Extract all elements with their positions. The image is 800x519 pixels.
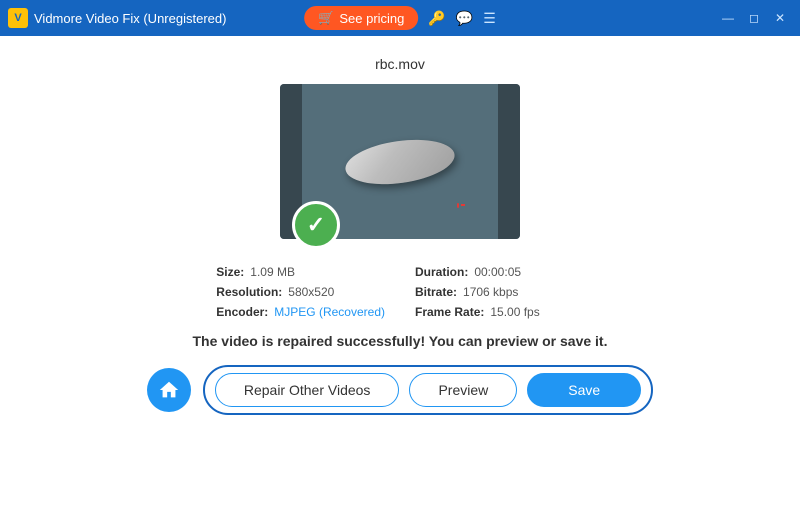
bitrate-label: Bitrate: [415, 285, 457, 299]
title-left: V Vidmore Video Fix (Unregistered) [8, 8, 226, 28]
resolution-label: Resolution: [216, 285, 282, 299]
see-pricing-button[interactable]: 🛒 See pricing [304, 6, 418, 30]
video-object [345, 141, 455, 183]
home-button[interactable] [147, 368, 191, 412]
close-button[interactable]: ✕ [768, 6, 792, 30]
home-icon [158, 379, 180, 401]
resolution-row: Resolution: 580x520 [216, 285, 385, 299]
resolution-value: 580x520 [288, 285, 334, 299]
title-bar: V Vidmore Video Fix (Unregistered) 🛒 See… [0, 0, 800, 36]
bottom-bar: Repair Other Videos Preview Save [0, 365, 800, 415]
menu-icon[interactable]: ☰ [483, 10, 496, 27]
size-value: 1.09 MB [250, 265, 295, 279]
bitrate-value: 1706 kbps [463, 285, 518, 299]
save-button[interactable]: Save [527, 373, 641, 407]
preview-button[interactable]: Preview [409, 373, 517, 407]
cart-icon: 🛒 [318, 10, 334, 26]
repair-other-videos-button[interactable]: Repair Other Videos [215, 373, 400, 407]
main-content: rbc.mov Size: 1.09 MB Duration: 00:00:05… [0, 36, 800, 519]
duration-value: 00:00:05 [474, 265, 521, 279]
app-title: Vidmore Video Fix (Unregistered) [34, 11, 226, 26]
title-controls: — ◻ ✕ [716, 6, 792, 30]
framerate-value: 15.00 fps [490, 305, 539, 319]
cursor-mark [457, 201, 465, 209]
chat-icon[interactable]: 💬 [456, 10, 473, 27]
blob-shape [343, 133, 458, 190]
minimize-button[interactable]: — [716, 6, 740, 30]
duration-row: Duration: 00:00:05 [415, 265, 584, 279]
app-logo: V [8, 8, 28, 28]
duration-label: Duration: [415, 265, 468, 279]
video-filename: rbc.mov [375, 56, 425, 72]
key-icon[interactable]: 🔑 [428, 10, 445, 27]
encoder-label: Encoder: [216, 305, 268, 319]
framerate-label: Frame Rate: [415, 305, 484, 319]
video-right-bar [498, 84, 520, 239]
size-row: Size: 1.09 MB [216, 265, 385, 279]
video-info: Size: 1.09 MB Duration: 00:00:05 Resolut… [216, 265, 583, 319]
maximize-button[interactable]: ◻ [742, 6, 766, 30]
success-check-overlay [292, 201, 340, 249]
see-pricing-label: See pricing [339, 11, 404, 26]
video-thumbnail-container [280, 84, 520, 239]
size-label: Size: [216, 265, 244, 279]
encoder-row: Encoder: MJPEG (Recovered) [216, 305, 385, 319]
red-dot [457, 203, 459, 208]
red-line [461, 204, 465, 206]
encoder-value: MJPEG (Recovered) [274, 305, 385, 319]
success-message: The video is repaired successfully! You … [193, 333, 608, 349]
action-buttons-container: Repair Other Videos Preview Save [203, 365, 653, 415]
framerate-row: Frame Rate: 15.00 fps [415, 305, 584, 319]
bitrate-row: Bitrate: 1706 kbps [415, 285, 584, 299]
title-center: 🛒 See pricing 🔑 💬 ☰ [304, 6, 496, 30]
